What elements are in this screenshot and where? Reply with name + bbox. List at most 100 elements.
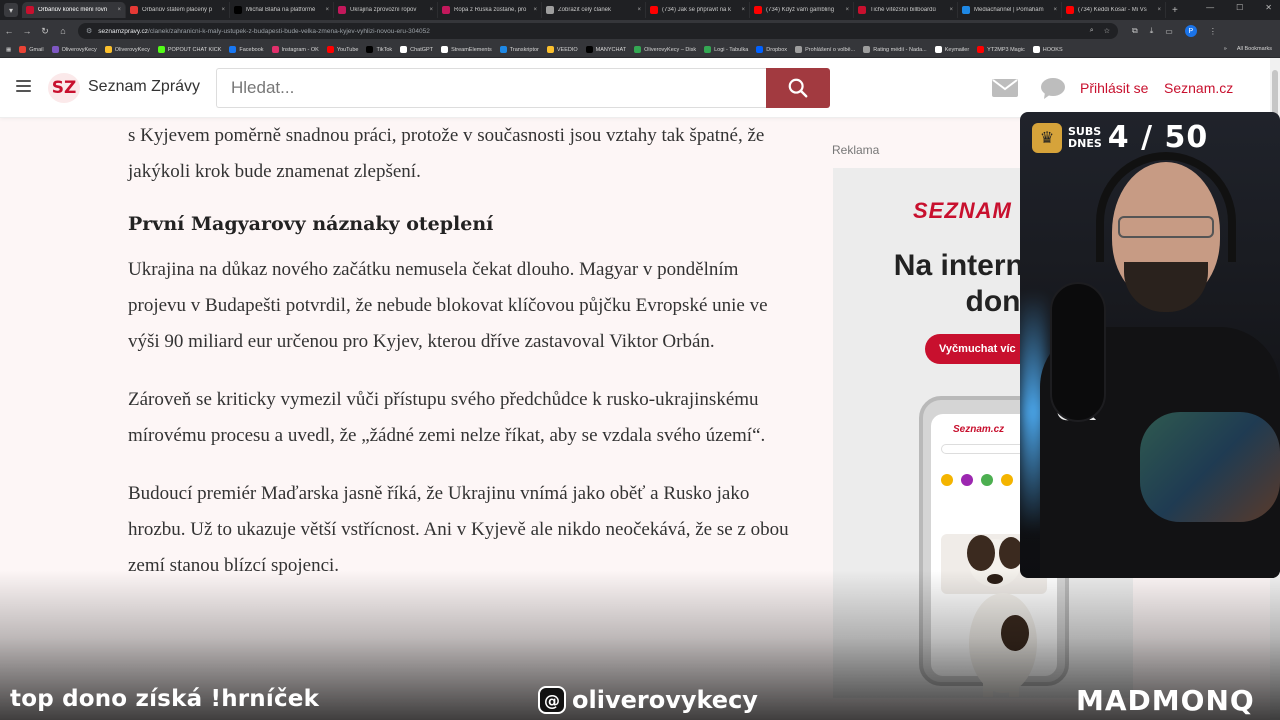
chat-icon[interactable] bbox=[1040, 77, 1066, 104]
bookmark-item[interactable]: Transkriptor bbox=[499, 46, 539, 53]
bookmark-item[interactable]: POPOUT CHAT KICK bbox=[157, 46, 221, 53]
menu-icon[interactable] bbox=[16, 80, 31, 92]
zoom-icon[interactable]: ⌕ bbox=[1090, 27, 1094, 35]
article-paragraph: s Kyjevem poměrně snadnou práci, protože… bbox=[128, 125, 765, 182]
tab-close-icon[interactable]: × bbox=[117, 7, 121, 13]
bookmark-label: OliverovyKecy – Disk bbox=[644, 46, 697, 53]
bookmark-item[interactable]: OliverovyKecy bbox=[104, 46, 150, 53]
back-icon[interactable]: ← bbox=[0, 26, 18, 36]
site-logo[interactable]: SZ bbox=[48, 73, 80, 103]
search-button[interactable] bbox=[766, 68, 830, 108]
bookmark-label: Prohlášení o volbě... bbox=[805, 46, 856, 53]
bookmark-item[interactable]: Facebook bbox=[229, 46, 264, 53]
subs-period: DNES bbox=[1068, 136, 1102, 150]
tab-close-icon[interactable]: × bbox=[949, 7, 953, 13]
bookmark-star-icon[interactable]: ☆ bbox=[1104, 27, 1110, 35]
tab-close-icon[interactable]: × bbox=[221, 7, 225, 13]
bookmark-favicon-icon bbox=[499, 46, 507, 53]
bookmark-favicon-icon bbox=[157, 46, 165, 53]
apps-icon[interactable]: ▦ bbox=[6, 47, 11, 53]
bookmark-item[interactable]: Dropbox bbox=[756, 46, 787, 53]
browser-tab[interactable]: Orbánův konec mění rovn × bbox=[22, 2, 126, 18]
bookmark-item[interactable]: ChatGPT bbox=[400, 46, 433, 53]
bookmark-favicon-icon bbox=[934, 46, 942, 53]
bookmark-favicon-icon bbox=[634, 46, 642, 53]
browser-tab-bar: ▾ Orbánův konec mění rovn × Orbánův státem… bbox=[0, 0, 1280, 20]
search-input[interactable] bbox=[216, 68, 766, 108]
tab-close-icon[interactable]: × bbox=[1053, 7, 1057, 13]
mail-icon[interactable] bbox=[992, 79, 1018, 102]
browser-tab[interactable]: Tiché vítězství billboardů × bbox=[854, 2, 958, 18]
browser-tab[interactable]: (734) Keddi Kosár - Mi Vs × bbox=[1062, 2, 1166, 18]
browser-tab[interactable]: Ropa z Ruska zůstane, pro × bbox=[438, 2, 542, 18]
bookmark-item[interactable]: OliverovyKecy – Disk bbox=[634, 46, 696, 53]
browser-tab[interactable]: Orbánův státem placený p × bbox=[126, 2, 230, 18]
bookmark-item[interactable]: TikTok bbox=[366, 46, 392, 53]
browser-tab[interactable]: Zobrazit celý článek × bbox=[542, 2, 646, 18]
tab-close-icon[interactable]: × bbox=[1157, 7, 1161, 13]
tab-search-icon[interactable]: ▾ bbox=[4, 3, 18, 17]
extensions-area: ⧉ ⤓ ▭ P ⋮ bbox=[1132, 25, 1217, 37]
reload-icon[interactable]: ↻ bbox=[36, 26, 54, 37]
bookmark-item[interactable]: YouTube bbox=[326, 46, 358, 53]
bookmark-item[interactable]: Gmail bbox=[19, 46, 44, 53]
tab-close-icon[interactable]: × bbox=[325, 7, 329, 13]
subs-goal: ♛ SUBS DNES 4 / 50 bbox=[1032, 120, 1208, 155]
tab-favicon-icon bbox=[130, 6, 138, 14]
url-host: seznamzpravy.cz bbox=[98, 27, 149, 35]
site-brand[interactable]: Seznam Zprávy bbox=[88, 78, 200, 96]
bookmark-item[interactable]: VEEDIO bbox=[546, 46, 578, 53]
close-window-icon[interactable]: ✕ bbox=[1265, 3, 1272, 12]
donation-notice: top dono získá !hrníček bbox=[10, 686, 320, 712]
bookmark-label: OliverovyKecy bbox=[114, 46, 150, 53]
forward-icon[interactable]: → bbox=[18, 26, 36, 36]
seznam-link[interactable]: Seznam.cz bbox=[1164, 80, 1233, 96]
home-icon[interactable]: ⌂ bbox=[54, 26, 72, 36]
browser-tab[interactable]: (734) Jak se připravit na k × bbox=[646, 2, 750, 18]
bookmark-item[interactable]: Prohlášení o volbě... bbox=[795, 46, 855, 53]
browser-tab[interactable]: Ukrajina zprovozní ropov × bbox=[334, 2, 438, 18]
tab-label: Zobrazit celý článek bbox=[558, 7, 612, 13]
tab-favicon-icon bbox=[962, 6, 970, 14]
tab-strip: Orbánův konec mění rovn × Orbánův státem p… bbox=[22, 2, 1166, 18]
more-bookmarks-icon[interactable]: » bbox=[1224, 46, 1227, 52]
minimize-icon[interactable]: — bbox=[1206, 3, 1214, 12]
browser-tab[interactable]: Mediachannel | Pomáhám × bbox=[958, 2, 1062, 18]
bookmark-item[interactable]: Instagram - OK bbox=[271, 46, 319, 53]
all-bookmarks-link[interactable]: All Bookmarks bbox=[1237, 46, 1272, 52]
url-bar[interactable]: ⚙ seznamzpravy.cz /clanek/zahranicni-k-m… bbox=[78, 23, 1118, 39]
browser-tab[interactable]: Michal Bláha na platformě × bbox=[230, 2, 334, 18]
tab-close-icon[interactable]: × bbox=[741, 7, 745, 13]
bookmark-favicon-icon bbox=[1032, 46, 1040, 53]
login-link[interactable]: Přihlásit se bbox=[1080, 80, 1148, 96]
bookmark-favicon-icon bbox=[400, 46, 408, 53]
bookmark-item[interactable]: YT2MP3 Magic bbox=[977, 46, 1025, 53]
bookmark-item[interactable]: MANYCHAT bbox=[585, 46, 626, 53]
bookmark-item[interactable]: StreamElements bbox=[441, 46, 492, 53]
bookmark-item[interactable]: Keymailer bbox=[934, 46, 969, 53]
tab-close-icon[interactable]: × bbox=[533, 7, 537, 13]
tab-close-icon[interactable]: × bbox=[845, 7, 849, 13]
tab-close-icon[interactable]: × bbox=[429, 7, 433, 13]
threads-handle: oliverovykecy bbox=[572, 686, 758, 714]
sidebar-icon[interactable]: ▭ bbox=[1165, 27, 1173, 36]
profile-avatar[interactable]: P bbox=[1184, 25, 1197, 37]
bookmark-item[interactable]: Rating médií - Nada... bbox=[863, 46, 927, 53]
chrome-menu-icon[interactable]: ⋮ bbox=[1209, 27, 1217, 36]
maximize-icon[interactable]: ☐ bbox=[1236, 3, 1243, 12]
subs-count: 4 / 50 bbox=[1107, 120, 1209, 155]
browser-tab[interactable]: (734) Když vám gambling × bbox=[750, 2, 854, 18]
tab-close-icon[interactable]: × bbox=[637, 7, 641, 13]
subs-label: SUBS bbox=[1068, 124, 1102, 138]
bookmark-favicon-icon bbox=[366, 46, 374, 53]
site-info-icon[interactable]: ⚙ bbox=[86, 27, 92, 35]
bookmark-item[interactable]: Logi - Tabulka bbox=[704, 46, 748, 53]
crown-icon: ♛ bbox=[1032, 122, 1062, 153]
tab-favicon-icon bbox=[754, 6, 762, 14]
bookmark-item[interactable]: OliverovyKecy bbox=[51, 46, 97, 53]
bookmark-label: Transkriptor bbox=[509, 46, 539, 53]
downloads-icon[interactable]: ⤓ bbox=[1150, 26, 1154, 36]
bookmark-item[interactable]: HOOKS bbox=[1032, 46, 1063, 53]
new-tab-icon[interactable]: + bbox=[1172, 5, 1178, 16]
extensions-icon[interactable]: ⧉ bbox=[1132, 26, 1138, 36]
